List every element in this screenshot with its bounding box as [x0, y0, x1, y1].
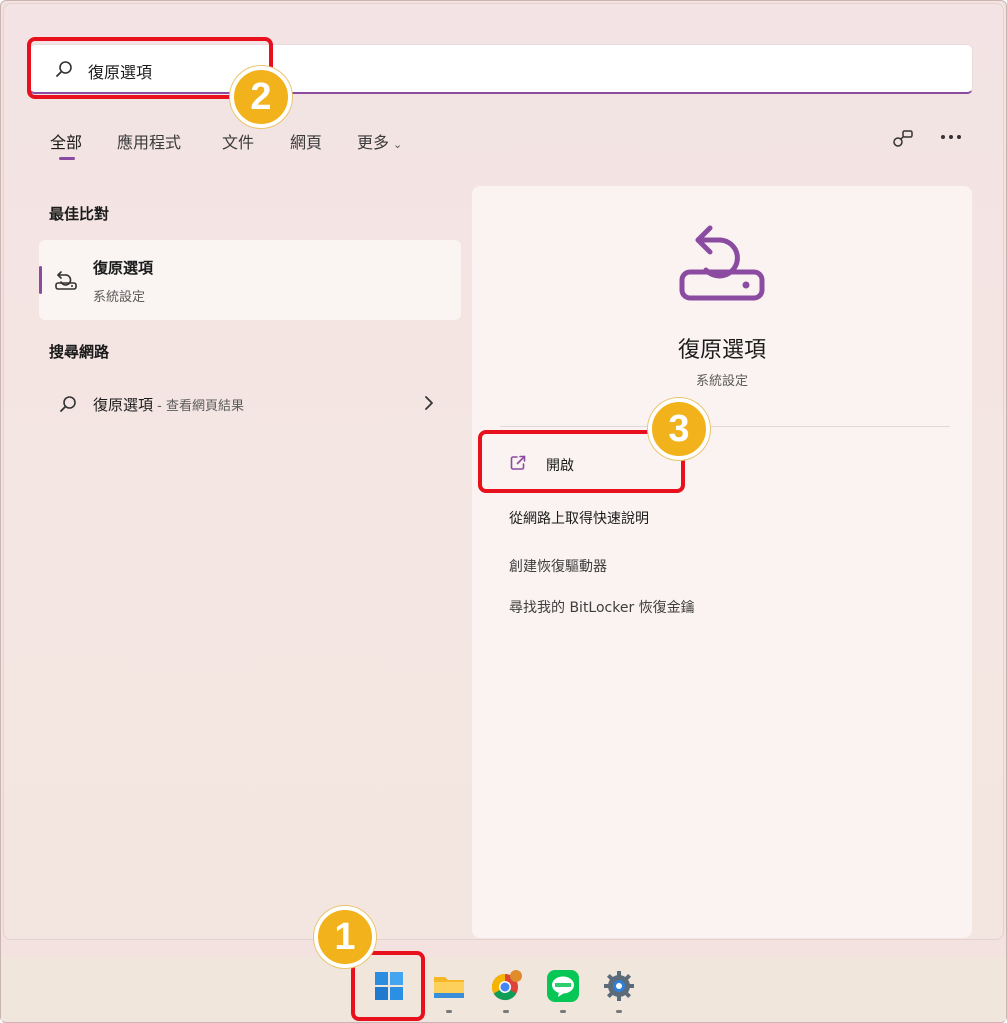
- recovery-icon: [55, 271, 77, 290]
- best-match-heading: 最佳比對: [49, 205, 110, 223]
- search-icon: [60, 396, 76, 412]
- line-icon[interactable]: [545, 968, 581, 1004]
- tab-apps[interactable]: 應用程式: [117, 129, 181, 153]
- tab-more[interactable]: 更多 ⌄: [357, 129, 402, 153]
- recovery-icon: [679, 225, 765, 301]
- selection-indicator: [39, 266, 42, 294]
- file-explorer-icon[interactable]: [431, 968, 467, 1004]
- running-indicator: [560, 1010, 566, 1013]
- web-result-query: 復原選項: [93, 396, 154, 414]
- chevron-right-icon[interactable]: [423, 395, 435, 411]
- chevron-down-icon: ⌄: [393, 138, 403, 151]
- callout-badge-2: 2: [230, 66, 292, 128]
- running-indicator: [446, 1010, 452, 1013]
- create-recovery-drive-action[interactable]: 創建恢復驅動器: [509, 556, 607, 576]
- bitlocker-key-action[interactable]: 尋找我的 BitLocker 恢復金鑰: [509, 597, 695, 617]
- more-icon[interactable]: [939, 133, 963, 141]
- detail-title: 復原選項: [677, 338, 766, 363]
- web-search-heading: 搜尋網路: [49, 343, 110, 361]
- web-result-suffix: - 查看網頁結果: [153, 399, 244, 414]
- detail-subtitle: 系統設定: [695, 374, 748, 389]
- callout-badge-3: 3: [648, 398, 710, 460]
- best-match-subtitle: 系統設定: [93, 290, 146, 305]
- tab-web[interactable]: 網頁: [290, 129, 322, 153]
- chrome-icon[interactable]: [488, 968, 524, 1004]
- tab-more-label: 更多: [357, 133, 390, 152]
- divider: [500, 426, 950, 427]
- tab-documents[interactable]: 文件: [222, 129, 254, 153]
- settings-icon[interactable]: [601, 968, 637, 1004]
- active-tab-indicator: [59, 157, 75, 160]
- share-icon[interactable]: [891, 127, 915, 151]
- web-result-item[interactable]: 復原選項 - 查看網頁結果: [93, 394, 244, 415]
- tab-all[interactable]: 全部: [50, 129, 82, 153]
- callout-badge-1: 1: [314, 906, 376, 968]
- running-indicator: [616, 1010, 622, 1013]
- best-match-item[interactable]: [39, 240, 461, 320]
- running-indicator: [503, 1010, 509, 1013]
- quick-help-action[interactable]: 從網路上取得快速說明: [509, 508, 649, 528]
- best-match-title: 復原選項: [93, 259, 154, 277]
